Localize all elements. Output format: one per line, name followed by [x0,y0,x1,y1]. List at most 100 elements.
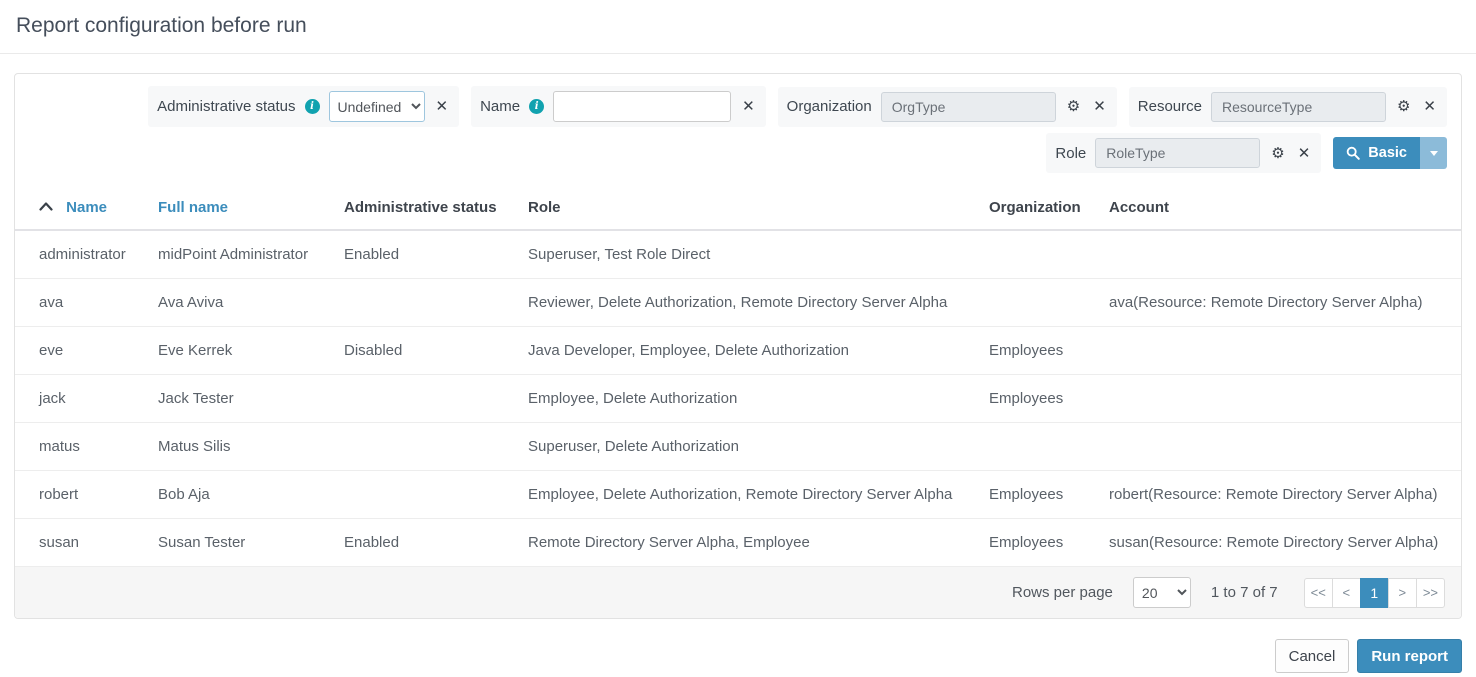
info-icon: i [305,99,320,114]
table-row: matusMatus Silis Superuser, Delete Author… [15,423,1461,471]
cell-organization [989,230,1109,279]
cell-name: administrator [15,230,158,279]
cell-fullname: midPoint Administrator [158,230,344,279]
cell-name: matus [15,423,158,471]
cell-fullname: Bob Aja [158,471,344,519]
cell-role: Reviewer, Delete Authorization, Remote D… [528,279,989,327]
pagination-count-text: 1 to 7 of 7 [1211,584,1278,601]
column-header-account: Account [1109,185,1461,230]
cell-admin-status [344,279,528,327]
column-header-fullname[interactable]: Full name [158,199,228,216]
search-split-button: Basic [1333,137,1447,169]
filter-label-resource: Resource [1138,98,1202,115]
remove-role-filter-icon[interactable]: ✕ [1296,144,1313,163]
search-basic-button[interactable]: Basic [1333,137,1420,169]
cell-admin-status: Enabled [344,230,528,279]
cell-account: robert(Resource: Remote Directory Server… [1109,471,1461,519]
role-settings-gear-icon[interactable]: ⚙︎ [1269,144,1286,163]
remove-organization-filter-icon[interactable]: ✕ [1091,97,1108,116]
report-config-panel: Administrative status i Undefined ✕ Name… [14,73,1462,619]
cell-admin-status: Disabled [344,327,528,375]
cell-organization: Employees [989,519,1109,567]
role-type-input[interactable] [1095,138,1260,168]
rows-per-page-select[interactable]: 20 [1133,577,1191,608]
filter-name: Name i ✕ [471,86,766,127]
remove-resource-filter-icon[interactable]: ✕ [1421,97,1438,116]
pagination-next-button[interactable]: > [1388,578,1417,608]
search-filter-panel: Administrative status i Undefined ✕ Name… [15,74,1461,185]
cancel-button[interactable]: Cancel [1275,639,1350,673]
column-header-admin-status: Administrative status [344,185,528,230]
table-row: robertBob AjaEmployee, Delete Authorizat… [15,471,1461,519]
table-header: Name Full name Administrative status Rol… [15,185,1461,230]
cell-role: Employee, Delete Authorization [528,375,989,423]
table-row: jackJack Tester Employee, Delete Authoriz… [15,375,1461,423]
cell-admin-status: Enabled [344,519,528,567]
results-table: Name Full name Administrative status Rol… [15,185,1461,566]
cell-admin-status [344,375,528,423]
cell-role: Superuser, Delete Authorization [528,423,989,471]
cell-name: susan [15,519,158,567]
cell-account [1109,327,1461,375]
resource-settings-gear-icon[interactable]: ⚙︎ [1395,97,1412,116]
remove-name-filter-icon[interactable]: ✕ [740,97,757,116]
pagination-page-1-button[interactable]: 1 [1360,578,1389,608]
cell-name: jack [15,375,158,423]
pagination: << < 1 > >> [1304,578,1445,608]
cell-role: Remote Directory Server Alpha, Employee [528,519,989,567]
organization-type-input[interactable] [881,92,1056,122]
cell-fullname: Eve Kerrek [158,327,344,375]
cell-account [1109,375,1461,423]
cell-fullname: Jack Tester [158,375,344,423]
cell-name: robert [15,471,158,519]
organization-settings-gear-icon[interactable]: ⚙︎ [1065,97,1082,116]
column-header-organization: Organization [989,185,1109,230]
page-header: Report configuration before run [0,0,1476,54]
run-report-button[interactable]: Run report [1357,639,1462,673]
administrative-status-select[interactable]: Undefined [329,91,425,122]
filter-label-organization: Organization [787,98,872,115]
cell-fullname: Matus Silis [158,423,344,471]
cell-account [1109,423,1461,471]
cell-fullname: Susan Tester [158,519,344,567]
filter-role: Role ⚙︎ ✕ [1046,133,1321,173]
filter-label-name: Name [480,98,520,115]
chevron-down-icon [1430,151,1438,156]
search-icon [1346,146,1360,160]
resource-type-input[interactable] [1211,92,1386,122]
search-mode-dropdown-button[interactable] [1420,137,1447,169]
filter-resource: Resource ⚙︎ ✕ [1129,87,1447,127]
cell-admin-status [344,423,528,471]
table-row: susanSusan TesterEnabledRemote Directory… [15,519,1461,567]
filter-label-role: Role [1055,145,1086,162]
cell-name: eve [15,327,158,375]
pagination-prev-button[interactable]: < [1332,578,1361,608]
pagination-first-button[interactable]: << [1304,578,1333,608]
info-icon: i [529,99,544,114]
table-footer: Rows per page 20 1 to 7 of 7 << < 1 > >> [15,566,1461,618]
column-header-name[interactable]: Name [66,199,107,216]
filter-row-1: Administrative status i Undefined ✕ Name… [29,86,1447,127]
table-body: administratormidPoint AdministratorEnabl… [15,230,1461,566]
column-header-role: Role [528,185,989,230]
cell-name: ava [15,279,158,327]
cell-account [1109,230,1461,279]
pagination-last-button[interactable]: >> [1416,578,1445,608]
filter-row-2: Role ⚙︎ ✕ Basic [29,133,1447,173]
cell-organization [989,423,1109,471]
search-button-label: Basic [1368,145,1407,161]
cell-account: ava(Resource: Remote Directory Server Al… [1109,279,1461,327]
cell-organization: Employees [989,471,1109,519]
cell-organization: Employees [989,375,1109,423]
cell-account: susan(Resource: Remote Directory Server … [1109,519,1461,567]
table-row: administratormidPoint AdministratorEnabl… [15,230,1461,279]
rows-per-page-label: Rows per page [1012,584,1113,601]
cell-fullname: Ava Aviva [158,279,344,327]
sort-ascending-icon[interactable] [39,198,57,215]
dialog-actions: Cancel Run report [0,639,1462,673]
name-filter-input[interactable] [553,91,731,122]
table-row: eveEve KerrekDisabledJava Developer, Emp… [15,327,1461,375]
remove-administrative-status-filter-icon[interactable]: ✕ [434,97,451,116]
filter-label-administrative-status: Administrative status [157,98,295,115]
filter-administrative-status: Administrative status i Undefined ✕ [148,86,459,127]
